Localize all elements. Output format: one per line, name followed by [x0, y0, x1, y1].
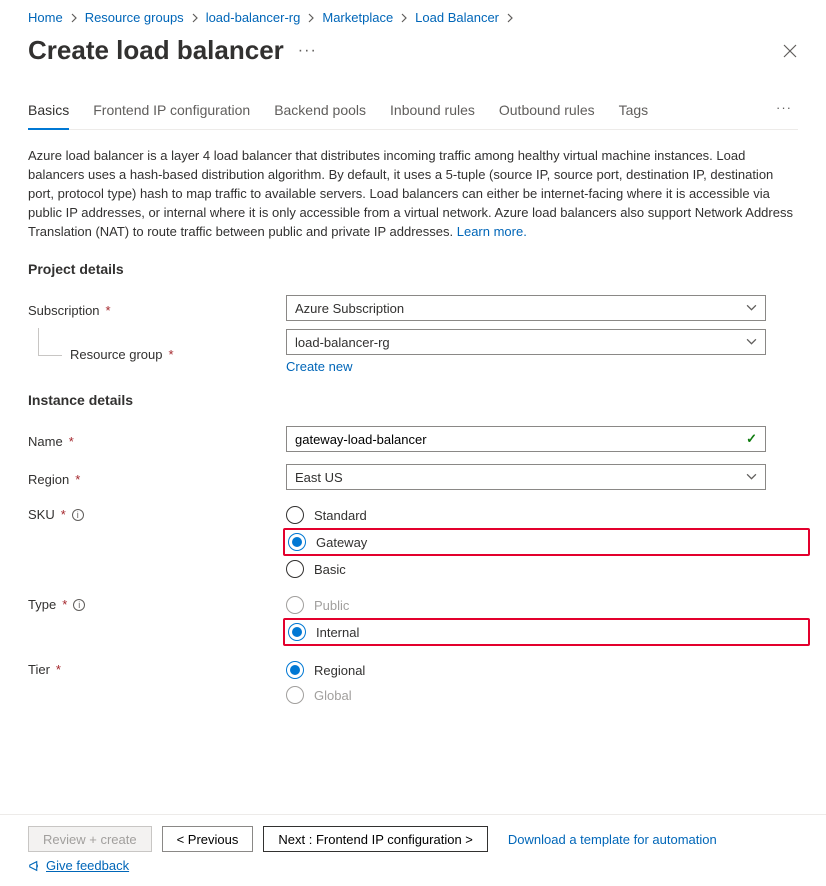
sku-basic-radio[interactable]: Basic [286, 560, 766, 578]
page-title: Create load balancer [28, 35, 284, 66]
next-button[interactable]: Next : Frontend IP configuration > [263, 826, 488, 852]
sku-label: SKU [28, 507, 55, 522]
breadcrumb-rg-name[interactable]: load-balancer-rg [206, 10, 301, 25]
tab-description: Azure load balancer is a layer 4 load ba… [28, 146, 798, 241]
region-dropdown[interactable]: East US [286, 464, 766, 490]
breadcrumb-marketplace[interactable]: Marketplace [322, 10, 393, 25]
tab-inbound-rules[interactable]: Inbound rules [390, 96, 475, 130]
close-icon[interactable] [782, 43, 798, 59]
tab-tags[interactable]: Tags [619, 96, 649, 130]
type-radio-group: Public Internal [286, 592, 766, 643]
type-public-radio: Public [286, 596, 766, 614]
create-new-link[interactable]: Create new [286, 359, 352, 374]
chevron-right-icon [188, 13, 202, 23]
region-label: Region [28, 472, 69, 487]
instance-details-heading: Instance details [28, 392, 798, 408]
chevron-right-icon [304, 13, 318, 23]
megaphone-icon [28, 859, 42, 873]
tab-outbound-rules[interactable]: Outbound rules [499, 96, 595, 130]
breadcrumb-load-balancer[interactable]: Load Balancer [415, 10, 499, 25]
chevron-right-icon [397, 13, 411, 23]
tab-frontend-ip[interactable]: Frontend IP configuration [93, 96, 250, 130]
breadcrumb-resource-groups[interactable]: Resource groups [85, 10, 184, 25]
title-more-menu[interactable]: ··· [298, 42, 317, 60]
name-label: Name [28, 434, 63, 449]
project-details-heading: Project details [28, 261, 798, 277]
type-internal-radio[interactable]: Internal [288, 623, 359, 641]
resource-group-dropdown[interactable]: load-balancer-rg [286, 329, 766, 355]
required-indicator: * [106, 303, 111, 318]
check-icon: ✓ [746, 431, 757, 447]
required-indicator: * [56, 662, 61, 677]
breadcrumb: Home Resource groups load-balancer-rg Ma… [28, 8, 798, 29]
chevron-down-icon [746, 470, 757, 485]
resource-group-label: Resource group [70, 347, 163, 362]
required-indicator: * [62, 597, 67, 612]
subscription-dropdown[interactable]: Azure Subscription [286, 295, 766, 321]
required-indicator: * [169, 347, 174, 362]
tier-label: Tier [28, 662, 50, 677]
required-indicator: * [69, 434, 74, 449]
subscription-label: Subscription [28, 303, 100, 318]
chevron-right-icon [503, 13, 517, 23]
tabs-more-menu[interactable]: ··· [776, 100, 798, 125]
tier-regional-radio[interactable]: Regional [286, 661, 766, 679]
tabs: Basics Frontend IP configuration Backend… [28, 96, 648, 129]
download-template-link[interactable]: Download a template for automation [508, 832, 717, 847]
sku-gateway-radio[interactable]: Gateway [288, 533, 367, 551]
tree-elbow-icon [38, 328, 62, 356]
sku-standard-radio[interactable]: Standard [286, 506, 766, 524]
info-icon[interactable]: i [73, 599, 85, 611]
sku-radio-group: Standard Gateway Basic [286, 502, 766, 578]
review-create-button: Review + create [28, 826, 152, 852]
tier-global-radio: Global [286, 686, 766, 704]
chevron-down-icon [746, 301, 757, 316]
tab-basics[interactable]: Basics [28, 96, 69, 130]
chevron-right-icon [67, 13, 81, 23]
name-input[interactable] [295, 432, 746, 447]
required-indicator: * [75, 472, 80, 487]
previous-button[interactable]: < Previous [162, 826, 254, 852]
give-feedback-link[interactable]: Give feedback [46, 858, 129, 873]
required-indicator: * [61, 507, 66, 522]
tab-backend-pools[interactable]: Backend pools [274, 96, 366, 130]
learn-more-link[interactable]: Learn more. [457, 224, 527, 239]
name-input-wrapper: ✓ [286, 426, 766, 452]
chevron-down-icon [746, 335, 757, 350]
info-icon[interactable]: i [72, 509, 84, 521]
breadcrumb-home[interactable]: Home [28, 10, 63, 25]
tier-radio-group: Regional Global [286, 657, 766, 704]
type-label: Type [28, 597, 56, 612]
